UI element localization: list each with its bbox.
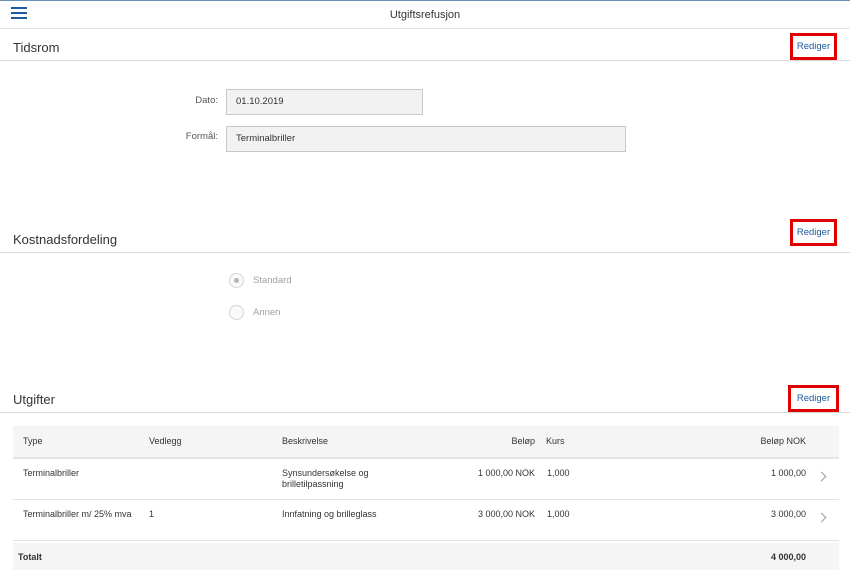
section-title-kostnadsfordeling: Kostnadsfordeling xyxy=(13,232,118,247)
edit-kostnadsfordeling-button[interactable]: Rediger xyxy=(790,219,837,246)
page-title: Utgiftsrefusjon xyxy=(389,9,461,21)
section-header-kostnadsfordeling: Kostnadsfordeling Rediger xyxy=(0,219,850,253)
radio-label-annen: Annen xyxy=(253,307,281,318)
expenses-table: Type Vedlegg Beskrivelse Beløp Kurs Belø… xyxy=(13,426,839,570)
cell-belop: 1 000,00 NOK xyxy=(477,468,535,478)
column-header-belop: Beløp xyxy=(511,436,535,446)
column-header-vedlegg: Vedlegg xyxy=(149,436,182,446)
cell-beskrivelse-line2: brilletilpassning xyxy=(282,479,344,489)
table-header: Type Vedlegg Beskrivelse Beløp Kurs Belø… xyxy=(13,426,839,459)
table-row[interactable]: Terminalbriller m/ 25% mva 1 Innfatning … xyxy=(13,500,839,541)
radio-annen[interactable]: Annen xyxy=(229,305,280,320)
total-value: 4 000,00 xyxy=(770,552,806,562)
cell-type: Terminalbriller m/ 25% mva xyxy=(23,509,132,519)
section-title-tidsrom: Tidsrom xyxy=(13,40,60,55)
cell-kurs: 1,000 xyxy=(547,468,570,478)
cell-beskrivelse: Innfatning og brilleglass xyxy=(282,509,377,520)
column-header-beskrivelse: Beskrivelse xyxy=(282,436,329,446)
edit-tidsrom-button[interactable]: Rediger xyxy=(790,33,837,60)
cell-belop: 3 000,00 NOK xyxy=(477,509,535,519)
radio-label-standard: Standard xyxy=(253,275,292,286)
radio-button-standard[interactable] xyxy=(229,273,244,288)
cell-kurs: 1,000 xyxy=(547,509,570,519)
cell-type: Terminalbriller xyxy=(23,468,80,478)
formal-label: Formål: xyxy=(185,131,218,142)
section-header-utgifter: Utgifter Rediger xyxy=(0,383,850,413)
chevron-right-icon[interactable] xyxy=(816,471,827,482)
cell-beskrivelse-line1: Synsundersøkelse og xyxy=(282,468,369,478)
radio-button-annen[interactable] xyxy=(229,305,244,320)
dato-field[interactable]: 01.10.2019 xyxy=(226,89,423,115)
chevron-right-icon[interactable] xyxy=(816,512,827,523)
radio-standard[interactable]: Standard xyxy=(229,273,292,288)
table-total-row: Totalt 4 000,00 xyxy=(13,543,839,570)
cell-beskrivelse-line1: Innfatning og brilleglass xyxy=(282,509,377,519)
column-header-type: Type xyxy=(23,436,43,446)
column-header-belop-nok: Beløp NOK xyxy=(760,436,806,446)
table-row[interactable]: Terminalbriller Synsundersøkelse og bril… xyxy=(13,459,839,500)
cell-beskrivelse: Synsundersøkelse og brilletilpassning xyxy=(282,468,369,490)
section-header-tidsrom: Tidsrom Rediger xyxy=(0,31,850,61)
section-title-utgifter: Utgifter xyxy=(13,392,55,407)
formal-field[interactable]: Terminalbriller xyxy=(226,126,626,152)
top-bar: Utgiftsrefusjon xyxy=(0,0,850,29)
cell-vedlegg: 1 xyxy=(149,509,155,519)
total-label: Totalt xyxy=(18,552,42,562)
cell-belop-nok: 1 000,00 xyxy=(770,468,806,478)
column-header-kurs: Kurs xyxy=(546,436,565,446)
cell-belop-nok: 3 000,00 xyxy=(770,509,806,519)
dato-label: Dato: xyxy=(195,95,218,106)
edit-utgifter-button[interactable]: Rediger xyxy=(788,385,839,412)
